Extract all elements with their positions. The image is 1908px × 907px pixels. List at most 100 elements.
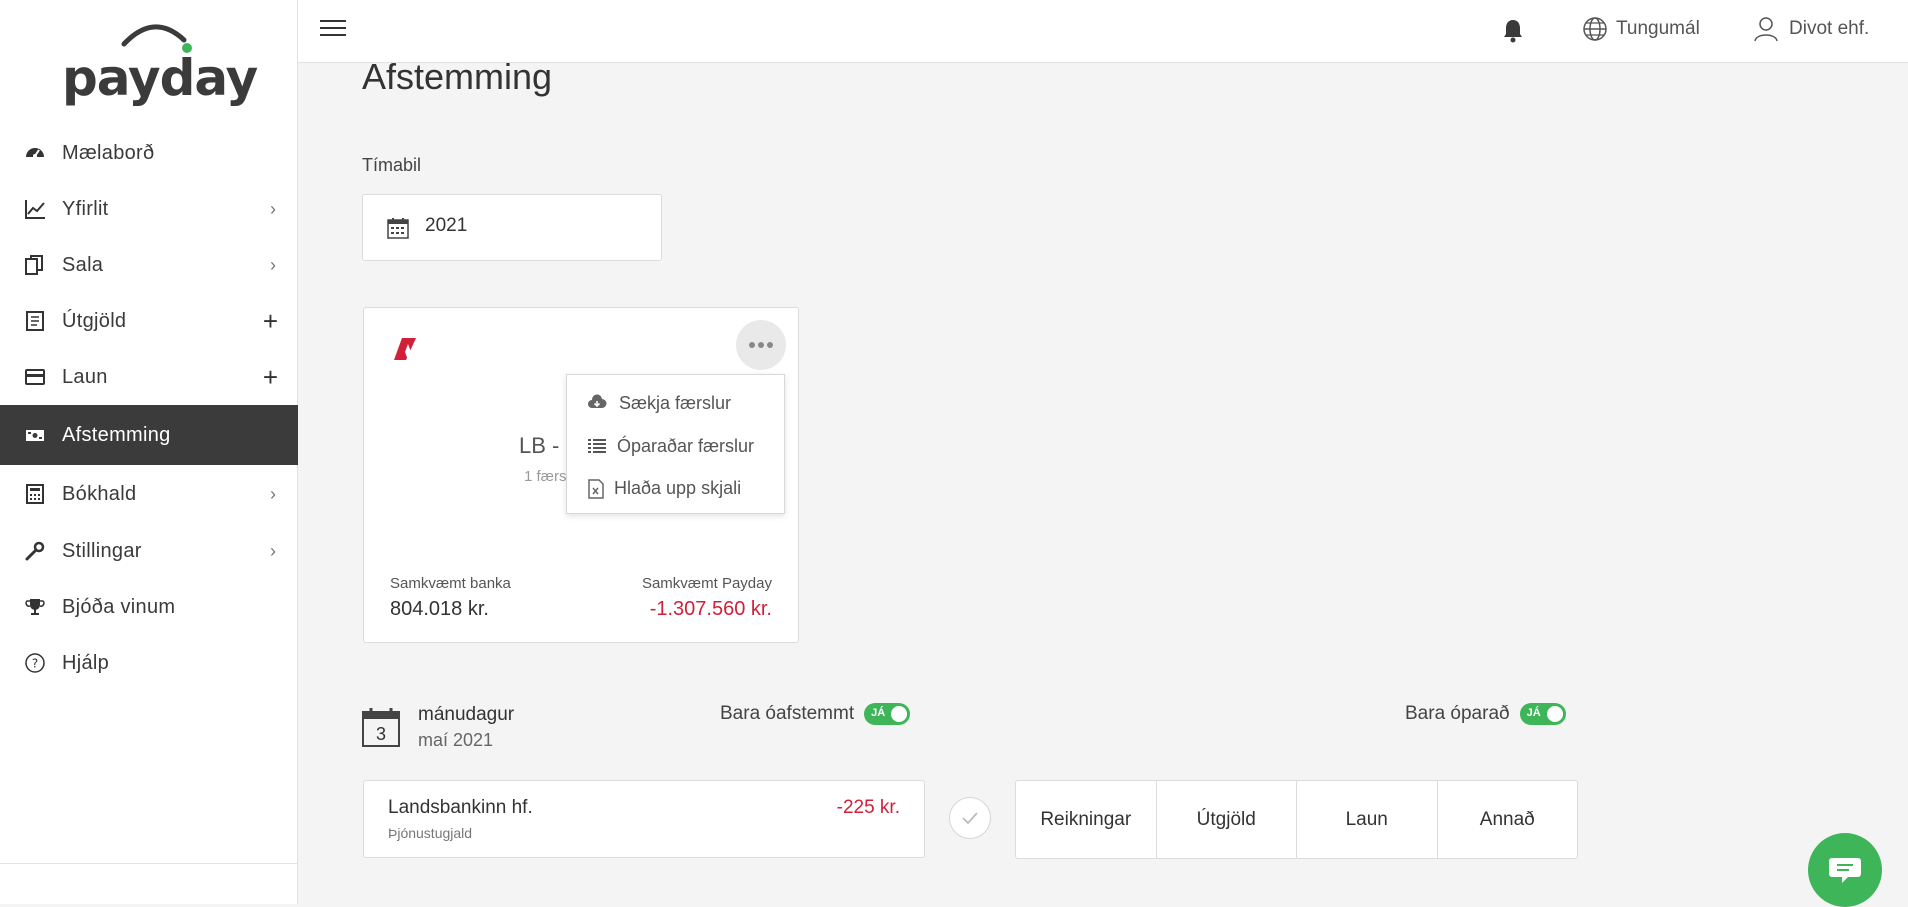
bank-account-subtext: 1 færs xyxy=(524,468,567,485)
credit-card-icon xyxy=(24,366,46,388)
unmatched-only-label: Bara óparað xyxy=(1405,703,1510,724)
period-picker[interactable]: 2021 xyxy=(362,194,662,261)
day-month-year: maí 2021 xyxy=(418,730,494,750)
sidebar-item-bjoda-vinum[interactable]: Bjóða vinum xyxy=(0,579,298,635)
chat-bubble-icon xyxy=(1829,858,1861,883)
trophy-icon xyxy=(24,596,46,618)
sidebar-item-label: Bókhald xyxy=(62,482,137,505)
reconcile-check-button[interactable] xyxy=(949,797,991,839)
logo-wordmark: payday xyxy=(62,49,258,107)
card-options-button[interactable] xyxy=(736,320,786,370)
toggle-state-label: JÁ xyxy=(871,707,886,719)
unreconciled-only-filter: Bara óafstemmt JÁ xyxy=(720,703,911,725)
sidebar-item-afstemming[interactable]: Afstemming xyxy=(0,405,298,465)
sidebar-item-label: Útgjöld xyxy=(62,309,127,332)
chat-button[interactable] xyxy=(1808,833,1882,907)
user-icon xyxy=(1754,17,1778,42)
menu-item-label: Hlaða upp skjali xyxy=(614,477,742,498)
sidebar-item-maelabord[interactable]: Mælaborð xyxy=(0,125,298,181)
receipt-icon xyxy=(24,310,46,332)
bank-balance-value: 804.018 kr. xyxy=(390,598,489,620)
calendar-icon xyxy=(387,217,409,244)
language-label: Tungumál xyxy=(1616,18,1700,39)
payday-balance-label: Samkvæmt Payday xyxy=(641,575,772,592)
sidebar-item-label: Bjóða vinum xyxy=(62,595,176,618)
add-payroll-plus-icon[interactable]: + xyxy=(263,364,278,390)
sidebar-item-label: Stillingar xyxy=(62,539,142,562)
menu-item-label: Óparaðar færslur xyxy=(617,435,755,456)
wrench-icon xyxy=(24,540,46,562)
chevron-right-icon: › xyxy=(270,483,276,504)
sidebar-item-hjalp[interactable]: ? Hjálp xyxy=(0,635,298,691)
sidebar-item-label: Sala xyxy=(62,253,104,276)
documents-icon xyxy=(24,254,46,276)
sidebar-item-sala[interactable]: Sala › xyxy=(0,237,298,293)
transaction-description: Þjónustugjald xyxy=(388,825,473,841)
toggle-state-label: JÁ xyxy=(1526,707,1541,719)
period-label: Tímabil xyxy=(362,155,422,175)
sidebar-item-label: Mælaborð xyxy=(62,141,155,164)
user-menu[interactable]: Divot ehf. xyxy=(1753,16,1869,42)
sidebar-item-label: Laun xyxy=(62,365,108,388)
sidebar-item-label: Yfirlit xyxy=(62,197,109,220)
more-dots-icon xyxy=(749,342,773,348)
sidebar-nav: Mælaborð Yfirlit › Sala › Útgjöld + Laun… xyxy=(0,125,298,691)
payday-balance-value: -1.307.560 kr. xyxy=(649,598,772,620)
card-options-menu: Sækja færslur Óparaðar færslur Hlaða upp… xyxy=(566,374,785,514)
chart-line-icon xyxy=(24,198,46,220)
page-title: Afstemming xyxy=(362,56,553,97)
gauge-icon xyxy=(24,142,46,164)
transaction-name: Landsbankinn hf. xyxy=(388,797,533,818)
menu-toggle-icon[interactable] xyxy=(320,20,346,40)
check-icon xyxy=(962,812,978,825)
user-name: Divot ehf. xyxy=(1789,18,1870,39)
list-icon xyxy=(587,437,607,460)
sidebar-item-stillingar[interactable]: Stillingar › xyxy=(0,523,298,579)
category-other-button[interactable]: Annað xyxy=(1438,781,1578,858)
payday-logo[interactable]: payday xyxy=(62,18,258,107)
category-payroll-button[interactable]: Laun xyxy=(1297,781,1438,858)
transaction-amount: -225 kr. xyxy=(836,797,900,818)
menu-item-unmatched-transactions[interactable]: Óparaðar færslur xyxy=(567,426,786,466)
sidebar-divider xyxy=(0,863,298,864)
day-weekday: mánudagur xyxy=(418,704,515,725)
bank-balance-label: Samkvæmt banka xyxy=(390,575,511,592)
unmatched-only-filter: Bara óparað JÁ xyxy=(1405,703,1566,725)
unreconciled-only-toggle[interactable]: JÁ xyxy=(864,703,911,725)
sidebar-item-bokhald[interactable]: Bókhald › xyxy=(0,465,298,523)
sidebar-item-utgjold[interactable]: Útgjöld + xyxy=(0,293,298,349)
category-expenses-button[interactable]: Útgjöld xyxy=(1157,781,1297,858)
unreconciled-only-label: Bara óafstemmt xyxy=(720,703,855,724)
bank-account-name: LB - xyxy=(519,433,560,458)
unmatched-only-toggle[interactable]: JÁ xyxy=(1519,703,1566,725)
sidebar-item-label: Afstemming xyxy=(62,423,171,446)
sidebar-item-laun[interactable]: Laun + xyxy=(0,349,298,405)
language-selector[interactable]: Tungumál xyxy=(1582,16,1700,42)
add-expense-plus-icon[interactable]: + xyxy=(263,308,278,334)
chevron-right-icon: › xyxy=(270,254,276,275)
help-circle-icon: ? xyxy=(24,652,46,674)
menu-item-label: Sækja færslur xyxy=(619,392,732,413)
notifications-bell-icon[interactable] xyxy=(1502,18,1524,49)
period-value: 2021 xyxy=(425,215,468,236)
chevron-right-icon: › xyxy=(270,198,276,219)
day-number: 3 xyxy=(376,724,386,744)
money-icon xyxy=(24,424,46,446)
svg-text:?: ? xyxy=(32,657,38,671)
category-invoices-button[interactable]: Reikningar xyxy=(1016,781,1157,858)
menu-item-upload-file[interactable]: Hlaða upp skjali xyxy=(567,468,786,508)
top-bar: Tungumál Divot ehf. xyxy=(298,0,1908,63)
chevron-right-icon: › xyxy=(270,540,276,561)
category-button-group: Reikningar Útgjöld Laun Annað xyxy=(1015,780,1578,859)
sidebar-item-label: Hjálp xyxy=(62,651,110,674)
day-calendar-icon: 3 xyxy=(362,708,400,753)
calculator-icon xyxy=(24,483,46,505)
sidebar-item-yfirlit[interactable]: Yfirlit › xyxy=(0,181,298,237)
globe-icon xyxy=(1583,17,1607,41)
excel-file-icon xyxy=(587,479,605,504)
landsbankinn-logo-icon xyxy=(392,336,420,367)
cloud-download-icon xyxy=(587,394,607,417)
sidebar: payday Mælaborð Yfirlit › Sala › Útgjöld… xyxy=(0,0,298,904)
menu-item-fetch-transactions[interactable]: Sækja færslur xyxy=(567,383,786,423)
transaction-card[interactable]: Landsbankinn hf. Þjónustugjald -225 kr. xyxy=(363,780,925,858)
